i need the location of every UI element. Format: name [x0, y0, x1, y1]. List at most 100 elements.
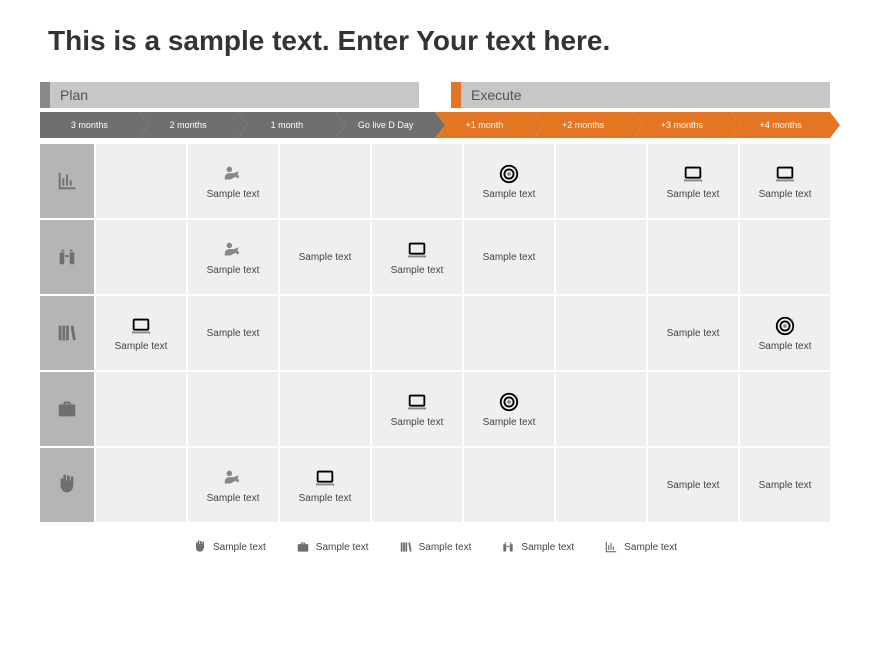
grid-cell: [464, 296, 554, 370]
laptop-icon: [314, 467, 336, 489]
timeline-step: Go live D Day: [336, 112, 435, 138]
plan-tab: [40, 82, 50, 108]
row-header: [40, 144, 94, 218]
grid-cell: Sample text: [280, 220, 370, 294]
cell-label: Sample text: [115, 341, 168, 352]
legend-label: Sample text: [624, 542, 677, 553]
cell-label: Sample text: [759, 189, 812, 200]
cell-label: Sample text: [667, 328, 720, 339]
grid-cell: [96, 372, 186, 446]
grid-cell: Sample text: [464, 372, 554, 446]
grid-cell: [740, 372, 830, 446]
grid-cell: Sample text: [464, 144, 554, 218]
legend-item: Sample text: [501, 540, 574, 554]
grid-cell: [96, 448, 186, 522]
timeline-step: 2 months: [139, 112, 238, 138]
laptop-icon: [682, 163, 704, 185]
laptop-icon: [406, 391, 428, 413]
cell-label: Sample text: [299, 493, 352, 504]
execute-label: Execute: [461, 82, 830, 108]
cell-label: Sample text: [759, 480, 812, 491]
plan-label: Plan: [50, 82, 419, 108]
timeline-step: +2 months: [534, 112, 633, 138]
binoculars-icon: [501, 540, 515, 554]
legend-label: Sample text: [419, 542, 472, 553]
timeline-step: +3 months: [633, 112, 732, 138]
grid-cell: Sample text: [96, 296, 186, 370]
grid-cell: [556, 144, 646, 218]
phase-plan: Plan: [40, 82, 419, 108]
timeline-row: 3 months2 months1 monthGo live D Day+1 m…: [40, 112, 830, 138]
grid-cell: Sample text: [372, 220, 462, 294]
grid-cell: [556, 372, 646, 446]
cell-label: Sample text: [391, 265, 444, 276]
legend-label: Sample text: [316, 542, 369, 553]
cell-label: Sample text: [483, 189, 536, 200]
matrix-grid: Sample text Sample text Sample text Sample …: [40, 144, 830, 522]
phase-divider: [419, 82, 451, 108]
phase-execute: Execute: [451, 82, 830, 108]
grid-cell: Sample text: [280, 448, 370, 522]
grid-cell: [464, 448, 554, 522]
grid-cell: Sample text: [188, 144, 278, 218]
timeline-step: +4 months: [731, 112, 830, 138]
grid-cell: Sample text: [464, 220, 554, 294]
grid-cell: Sample text: [648, 448, 738, 522]
briefcase-icon: [296, 540, 310, 554]
timeline-step: +1 month: [435, 112, 534, 138]
row-header: [40, 448, 94, 522]
legend-label: Sample text: [521, 542, 574, 553]
cell-label: Sample text: [391, 417, 444, 428]
target-icon: [774, 315, 796, 337]
cell-label: Sample text: [207, 493, 260, 504]
grid-cell: Sample text: [648, 144, 738, 218]
laptop-icon: [406, 239, 428, 261]
timeline-step: 3 months: [40, 112, 139, 138]
target-icon: [498, 163, 520, 185]
fist-icon: [193, 540, 207, 554]
diagram: Plan Execute 3 months2 months1 monthGo l…: [0, 82, 870, 554]
fist-icon: [56, 474, 78, 496]
megaphone-icon: [222, 467, 244, 489]
legend-item: Sample text: [296, 540, 369, 554]
grid-cell: Sample text: [188, 220, 278, 294]
books-icon: [56, 322, 78, 344]
row-header: [40, 220, 94, 294]
grid-cell: Sample text: [740, 448, 830, 522]
laptop-icon: [774, 163, 796, 185]
laptop-icon: [130, 315, 152, 337]
grid-cell: [96, 144, 186, 218]
briefcase-icon: [56, 398, 78, 420]
phase-header: Plan Execute: [40, 82, 830, 108]
grid-cell: Sample text: [648, 296, 738, 370]
execute-tab: [451, 82, 461, 108]
grid-cell: Sample text: [188, 448, 278, 522]
target-icon: [498, 391, 520, 413]
legend-label: Sample text: [213, 542, 266, 553]
grid-cell: [648, 220, 738, 294]
cell-label: Sample text: [483, 417, 536, 428]
cell-label: Sample text: [207, 189, 260, 200]
legend: Sample text Sample text Sample text Sample …: [40, 540, 830, 554]
grid-cell: [372, 144, 462, 218]
legend-item: Sample text: [399, 540, 472, 554]
grid-cell: Sample text: [740, 296, 830, 370]
megaphone-icon: [222, 239, 244, 261]
row-header: [40, 296, 94, 370]
grid-cell: Sample text: [740, 144, 830, 218]
grid-cell: [740, 220, 830, 294]
grid-cell: [280, 296, 370, 370]
grid-cell: [280, 372, 370, 446]
chart-icon: [604, 540, 618, 554]
cell-label: Sample text: [667, 189, 720, 200]
grid-cell: [96, 220, 186, 294]
grid-cell: Sample text: [372, 372, 462, 446]
cell-label: Sample text: [299, 252, 352, 263]
cell-label: Sample text: [207, 328, 260, 339]
grid-cell: [188, 372, 278, 446]
page-title: This is a sample text. Enter Your text h…: [0, 0, 870, 82]
row-header: [40, 372, 94, 446]
binoculars-icon: [56, 246, 78, 268]
grid-cell: [556, 448, 646, 522]
cell-label: Sample text: [667, 480, 720, 491]
